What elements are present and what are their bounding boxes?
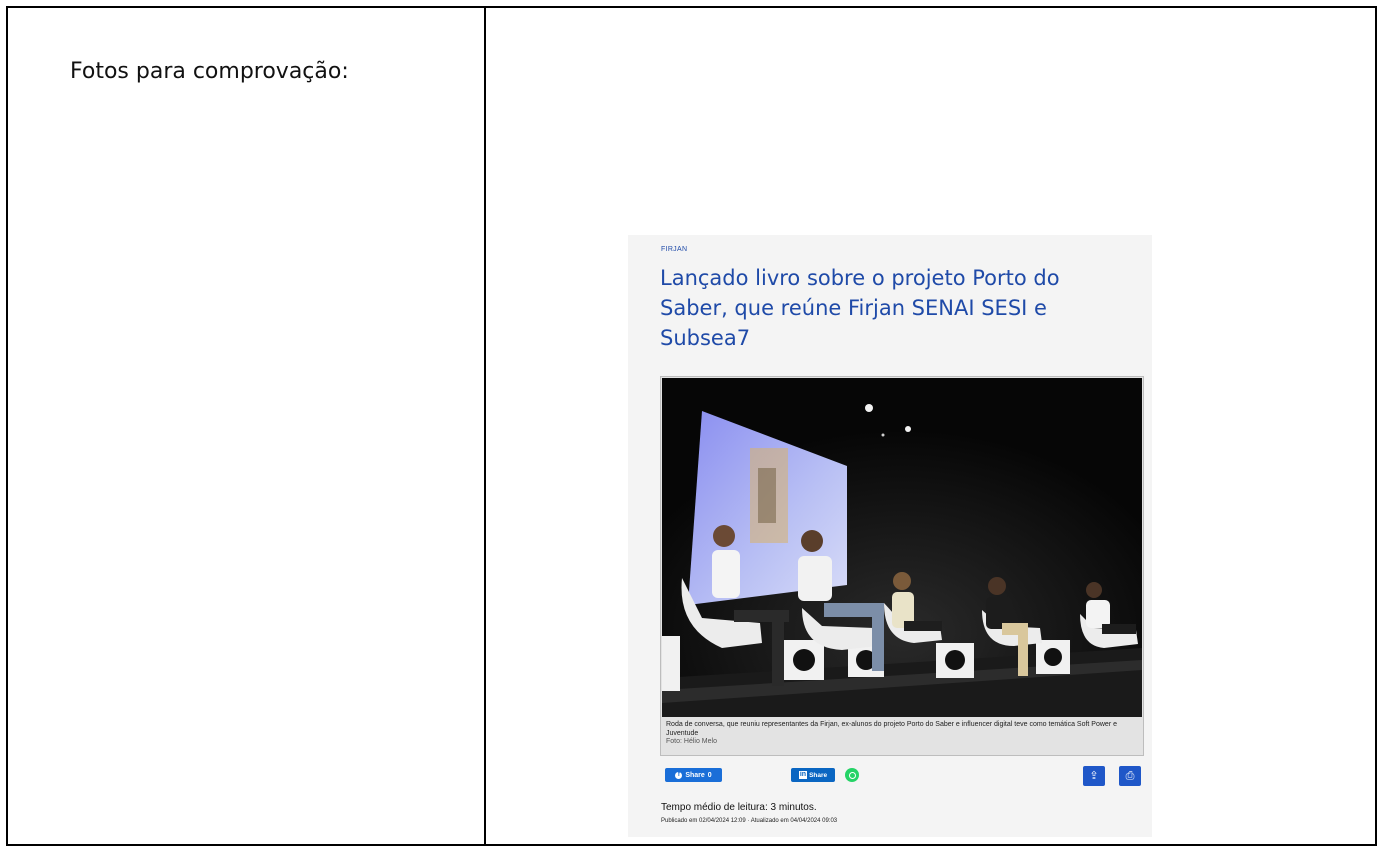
print-icon[interactable]: ⎙ <box>1119 766 1141 786</box>
whatsapp-icon[interactable] <box>845 768 859 782</box>
article-photo-figure: Roda de conversa, que reuniu representan… <box>660 376 1144 756</box>
article-headline: Lançado livro sobre o projeto Porto do S… <box>660 266 1060 350</box>
share-bar: f Share 0 in Share ⇪ ⎙ <box>663 766 1145 786</box>
row-label: Fotos para comprovação: <box>70 59 349 84</box>
linkedin-share-button[interactable]: in Share <box>791 768 835 782</box>
article-photo <box>662 378 1142 717</box>
reading-time: Tempo médio de leitura: 3 minutos. <box>661 802 817 813</box>
share-icon[interactable]: ⇪ <box>1083 766 1105 786</box>
facebook-icon: f <box>675 771 683 779</box>
photo-caption: Roda de conversa, que reuniu representan… <box>666 721 1138 747</box>
news-article-screenshot: FIRJAN Lançado livro sobre o projeto Por… <box>628 235 1152 837</box>
column-divider <box>484 8 486 844</box>
linkedin-share-label: Share <box>809 771 828 779</box>
linkedin-icon: in <box>798 771 808 779</box>
facebook-share-button[interactable]: f Share 0 <box>665 768 722 782</box>
facebook-share-count: 0 <box>707 771 712 779</box>
publish-dates: Publicado em 02/04/2024 12:09 · Atualiza… <box>661 818 838 824</box>
facebook-share-label: Share <box>685 771 705 779</box>
photo-caption-text: Roda de conversa, que reuniu representan… <box>666 721 1117 737</box>
photo-credit: Foto: Hélio Melo <box>666 738 717 745</box>
article-kicker[interactable]: FIRJAN <box>661 246 687 253</box>
